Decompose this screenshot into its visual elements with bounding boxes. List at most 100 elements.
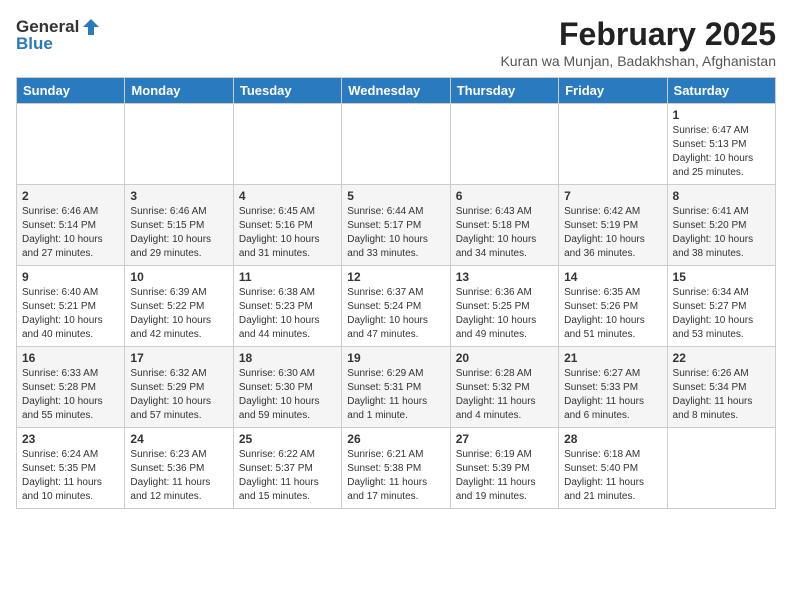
calendar-cell: 4 Sunrise: 6:45 AM Sunset: 5:16 PM Daylig… bbox=[233, 185, 341, 266]
calendar-cell: 13 Sunrise: 6:36 AM Sunset: 5:25 PM Dayli… bbox=[450, 266, 558, 347]
day-info: Sunrise: 6:19 AM Sunset: 5:39 PM Dayligh… bbox=[456, 448, 553, 504]
calendar-cell bbox=[125, 104, 233, 185]
day-info: Sunrise: 6:37 AM Sunset: 5:24 PM Dayligh… bbox=[347, 286, 444, 342]
day-info: Sunrise: 6:46 AM Sunset: 5:15 PM Dayligh… bbox=[130, 205, 227, 261]
day-number: 27 bbox=[456, 432, 553, 446]
calendar-cell bbox=[667, 428, 775, 509]
calendar-cell: 3 Sunrise: 6:46 AM Sunset: 5:15 PM Daylig… bbox=[125, 185, 233, 266]
day-number: 12 bbox=[347, 270, 444, 284]
day-number: 20 bbox=[456, 351, 553, 365]
calendar-cell: 28 Sunrise: 6:18 AM Sunset: 5:40 PM Dayli… bbox=[559, 428, 667, 509]
calendar-cell: 5 Sunrise: 6:44 AM Sunset: 5:17 PM Daylig… bbox=[342, 185, 450, 266]
day-number: 3 bbox=[130, 189, 227, 203]
day-number: 1 bbox=[673, 108, 770, 122]
calendar-cell: 17 Sunrise: 6:32 AM Sunset: 5:29 PM Dayli… bbox=[125, 347, 233, 428]
day-number: 8 bbox=[673, 189, 770, 203]
day-number: 5 bbox=[347, 189, 444, 203]
day-info: Sunrise: 6:45 AM Sunset: 5:16 PM Dayligh… bbox=[239, 205, 336, 261]
day-info: Sunrise: 6:36 AM Sunset: 5:25 PM Dayligh… bbox=[456, 286, 553, 342]
calendar-header-row: SundayMondayTuesdayWednesdayThursdayFrid… bbox=[17, 78, 776, 104]
calendar-cell bbox=[233, 104, 341, 185]
day-number: 7 bbox=[564, 189, 661, 203]
day-number: 22 bbox=[673, 351, 770, 365]
calendar-cell: 10 Sunrise: 6:39 AM Sunset: 5:22 PM Dayli… bbox=[125, 266, 233, 347]
logo: General Blue bbox=[16, 16, 102, 54]
calendar-cell: 24 Sunrise: 6:23 AM Sunset: 5:36 PM Dayli… bbox=[125, 428, 233, 509]
calendar-cell: 15 Sunrise: 6:34 AM Sunset: 5:27 PM Dayli… bbox=[667, 266, 775, 347]
day-info: Sunrise: 6:39 AM Sunset: 5:22 PM Dayligh… bbox=[130, 286, 227, 342]
day-info: Sunrise: 6:35 AM Sunset: 5:26 PM Dayligh… bbox=[564, 286, 661, 342]
day-info: Sunrise: 6:21 AM Sunset: 5:38 PM Dayligh… bbox=[347, 448, 444, 504]
day-info: Sunrise: 6:26 AM Sunset: 5:34 PM Dayligh… bbox=[673, 367, 770, 423]
day-info: Sunrise: 6:46 AM Sunset: 5:14 PM Dayligh… bbox=[22, 205, 119, 261]
weekday-header: Saturday bbox=[667, 78, 775, 104]
day-info: Sunrise: 6:18 AM Sunset: 5:40 PM Dayligh… bbox=[564, 448, 661, 504]
calendar-cell: 19 Sunrise: 6:29 AM Sunset: 5:31 PM Dayli… bbox=[342, 347, 450, 428]
day-number: 24 bbox=[130, 432, 227, 446]
weekday-header: Tuesday bbox=[233, 78, 341, 104]
weekday-header: Monday bbox=[125, 78, 233, 104]
calendar-week-row: 1 Sunrise: 6:47 AM Sunset: 5:13 PM Daylig… bbox=[17, 104, 776, 185]
page-header: General Blue February 2025 Kuran wa Munj… bbox=[16, 16, 776, 69]
calendar-cell: 2 Sunrise: 6:46 AM Sunset: 5:14 PM Daylig… bbox=[17, 185, 125, 266]
calendar-cell: 21 Sunrise: 6:27 AM Sunset: 5:33 PM Dayli… bbox=[559, 347, 667, 428]
weekday-header: Thursday bbox=[450, 78, 558, 104]
month-title: February 2025 bbox=[500, 16, 776, 53]
day-number: 23 bbox=[22, 432, 119, 446]
calendar-cell bbox=[17, 104, 125, 185]
calendar-cell: 9 Sunrise: 6:40 AM Sunset: 5:21 PM Daylig… bbox=[17, 266, 125, 347]
calendar-cell: 22 Sunrise: 6:26 AM Sunset: 5:34 PM Dayli… bbox=[667, 347, 775, 428]
day-info: Sunrise: 6:29 AM Sunset: 5:31 PM Dayligh… bbox=[347, 367, 444, 423]
day-info: Sunrise: 6:23 AM Sunset: 5:36 PM Dayligh… bbox=[130, 448, 227, 504]
day-number: 21 bbox=[564, 351, 661, 365]
calendar-week-row: 23 Sunrise: 6:24 AM Sunset: 5:35 PM Dayli… bbox=[17, 428, 776, 509]
day-number: 28 bbox=[564, 432, 661, 446]
calendar-cell: 20 Sunrise: 6:28 AM Sunset: 5:32 PM Dayli… bbox=[450, 347, 558, 428]
day-info: Sunrise: 6:44 AM Sunset: 5:17 PM Dayligh… bbox=[347, 205, 444, 261]
day-info: Sunrise: 6:22 AM Sunset: 5:37 PM Dayligh… bbox=[239, 448, 336, 504]
day-info: Sunrise: 6:47 AM Sunset: 5:13 PM Dayligh… bbox=[673, 124, 770, 180]
day-info: Sunrise: 6:33 AM Sunset: 5:28 PM Dayligh… bbox=[22, 367, 119, 423]
calendar-cell: 25 Sunrise: 6:22 AM Sunset: 5:37 PM Dayli… bbox=[233, 428, 341, 509]
calendar-cell: 18Sunrise: 6:30 AM Sunset: 5:30 PM Dayli… bbox=[233, 347, 341, 428]
calendar-cell: 27 Sunrise: 6:19 AM Sunset: 5:39 PM Dayli… bbox=[450, 428, 558, 509]
weekday-header: Sunday bbox=[17, 78, 125, 104]
day-info: Sunrise: 6:32 AM Sunset: 5:29 PM Dayligh… bbox=[130, 367, 227, 423]
day-info: Sunrise: 6:43 AM Sunset: 5:18 PM Dayligh… bbox=[456, 205, 553, 261]
day-info: Sunrise: 6:41 AM Sunset: 5:20 PM Dayligh… bbox=[673, 205, 770, 261]
calendar-table: SundayMondayTuesdayWednesdayThursdayFrid… bbox=[16, 77, 776, 509]
day-number: 2 bbox=[22, 189, 119, 203]
day-number: 26 bbox=[347, 432, 444, 446]
day-number: 19 bbox=[347, 351, 444, 365]
day-number: 15 bbox=[673, 270, 770, 284]
weekday-header: Friday bbox=[559, 78, 667, 104]
calendar-cell: 8 Sunrise: 6:41 AM Sunset: 5:20 PM Daylig… bbox=[667, 185, 775, 266]
calendar-week-row: 2 Sunrise: 6:46 AM Sunset: 5:14 PM Daylig… bbox=[17, 185, 776, 266]
calendar-cell bbox=[342, 104, 450, 185]
day-info: Sunrise: 6:40 AM Sunset: 5:21 PM Dayligh… bbox=[22, 286, 119, 342]
day-number: 4 bbox=[239, 189, 336, 203]
day-number: 9 bbox=[22, 270, 119, 284]
calendar-cell: 26 Sunrise: 6:21 AM Sunset: 5:38 PM Dayli… bbox=[342, 428, 450, 509]
calendar-cell: 16 Sunrise: 6:33 AM Sunset: 5:28 PM Dayli… bbox=[17, 347, 125, 428]
weekday-header: Wednesday bbox=[342, 78, 450, 104]
day-number: 10 bbox=[130, 270, 227, 284]
logo-blue-text: Blue bbox=[16, 34, 53, 54]
calendar-cell: 14Sunrise: 6:35 AM Sunset: 5:26 PM Dayli… bbox=[559, 266, 667, 347]
calendar-cell bbox=[450, 104, 558, 185]
day-number: 16 bbox=[22, 351, 119, 365]
day-info: Sunrise: 6:28 AM Sunset: 5:32 PM Dayligh… bbox=[456, 367, 553, 423]
day-info: Sunrise: 6:27 AM Sunset: 5:33 PM Dayligh… bbox=[564, 367, 661, 423]
day-number: 18 bbox=[239, 351, 336, 365]
day-number: 17 bbox=[130, 351, 227, 365]
day-info: Sunrise: 6:34 AM Sunset: 5:27 PM Dayligh… bbox=[673, 286, 770, 342]
day-number: 13 bbox=[456, 270, 553, 284]
day-number: 25 bbox=[239, 432, 336, 446]
calendar-cell: 11Sunrise: 6:38 AM Sunset: 5:23 PM Dayli… bbox=[233, 266, 341, 347]
calendar-cell: 6 Sunrise: 6:43 AM Sunset: 5:18 PM Daylig… bbox=[450, 185, 558, 266]
day-number: 6 bbox=[456, 189, 553, 203]
day-info: Sunrise: 6:24 AM Sunset: 5:35 PM Dayligh… bbox=[22, 448, 119, 504]
day-info: Sunrise: 6:38 AM Sunset: 5:23 PM Dayligh… bbox=[239, 286, 336, 342]
calendar-cell bbox=[559, 104, 667, 185]
title-block: February 2025 Kuran wa Munjan, Badakhsha… bbox=[500, 16, 776, 69]
